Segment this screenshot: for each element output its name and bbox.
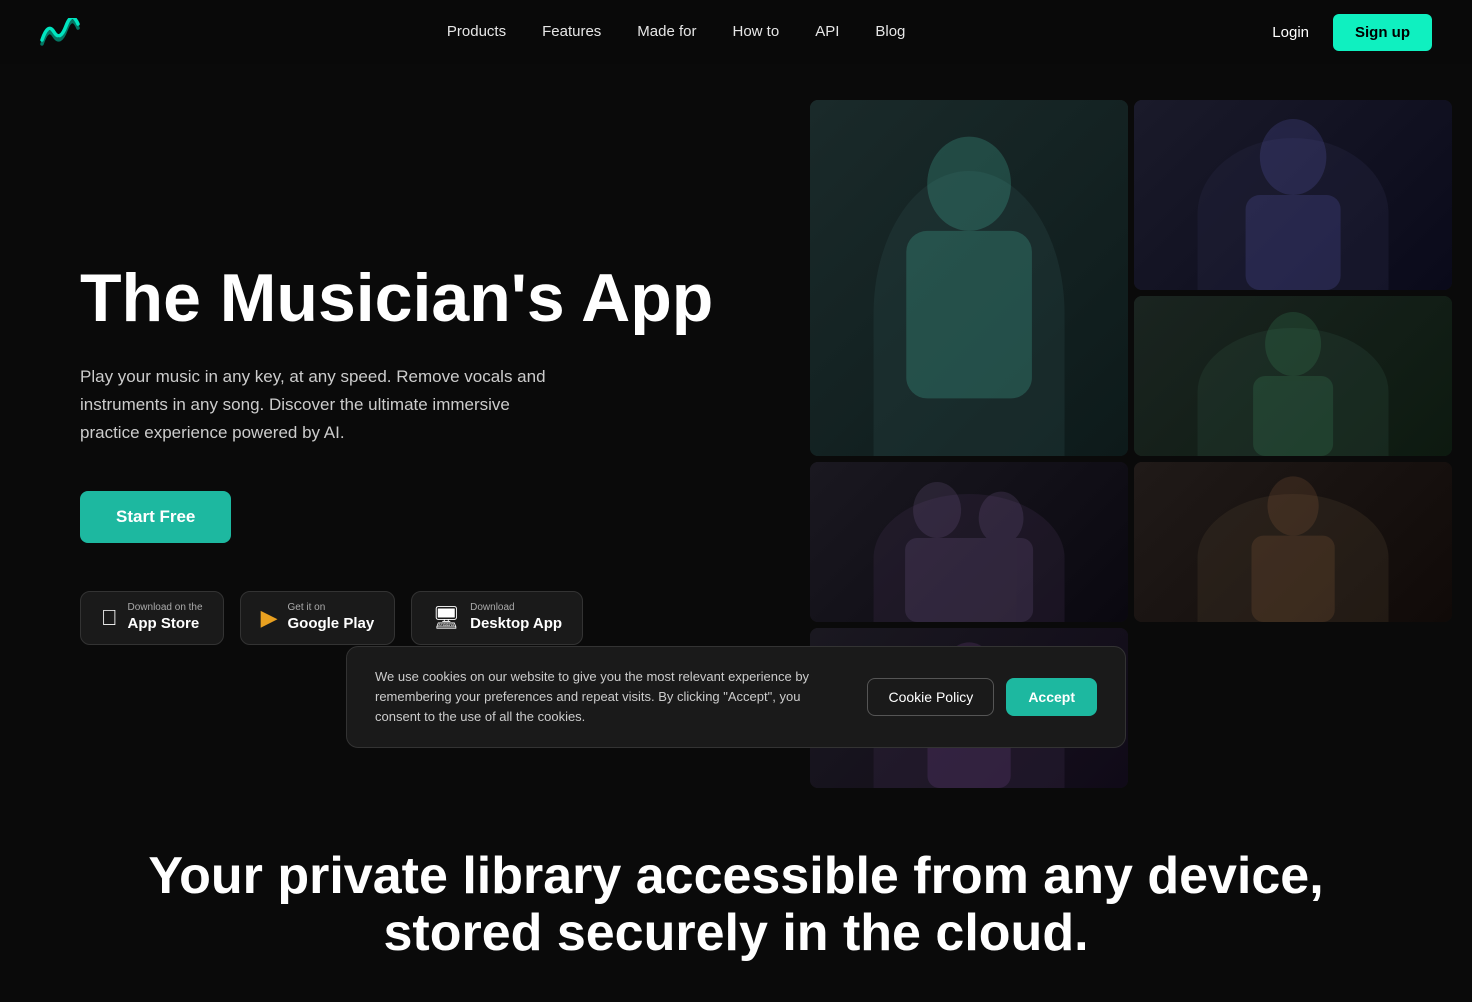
appstore-big-text: App Store [128, 614, 203, 634]
musician-image-2 [1134, 100, 1452, 290]
nav-links: Products Features Made for How to API Bl… [447, 23, 906, 41]
login-button[interactable]: Login [1272, 24, 1309, 41]
hero-title: The Musician's App [80, 263, 810, 334]
cookie-accept-button[interactable]: Accept [1006, 678, 1097, 716]
appstore-button[interactable]:  Download on the App Store [80, 591, 224, 645]
musician-image-5 [1134, 462, 1452, 622]
start-free-button[interactable]: Start Free [80, 491, 231, 543]
desktop-icon: 🖥 [432, 605, 460, 631]
hero-description: Play your music in any key, at any speed… [80, 363, 560, 447]
cookie-buttons: Cookie Policy Accept [867, 678, 1097, 716]
nav-blog[interactable]: Blog [875, 23, 905, 40]
image-cell-3 [1134, 296, 1452, 456]
logo[interactable] [40, 18, 80, 46]
image-cell-1 [810, 100, 1128, 456]
bottom-title: Your private library accessible from any… [80, 848, 1392, 962]
googleplay-button[interactable]: ▶ Get it on Google Play [240, 591, 396, 645]
musician-image-3 [1134, 296, 1452, 456]
appstore-small-text: Download on the [128, 602, 203, 614]
desktop-small-text: Download [470, 602, 562, 614]
nav-api[interactable]: API [815, 23, 839, 40]
musician-image-1 [810, 100, 1128, 456]
nav-features[interactable]: Features [542, 23, 601, 40]
nav-how-to[interactable]: How to [733, 23, 780, 40]
download-buttons:  Download on the App Store ▶ Get it on … [80, 591, 810, 645]
googleplay-small-text: Get it on [287, 602, 374, 614]
cookie-text: We use cookies on our website to give yo… [375, 667, 847, 727]
nav-actions: Login Sign up [1272, 14, 1432, 51]
cookie-policy-button[interactable]: Cookie Policy [867, 678, 994, 716]
navbar: Products Features Made for How to API Bl… [0, 0, 1472, 64]
image-cell-2 [1134, 100, 1452, 290]
nav-made-for[interactable]: Made for [637, 23, 696, 40]
googleplay-big-text: Google Play [287, 614, 374, 634]
play-icon: ▶ [261, 605, 278, 631]
cookie-banner: We use cookies on our website to give yo… [346, 646, 1126, 748]
image-cell-4 [810, 462, 1128, 622]
bottom-section: Your private library accessible from any… [0, 808, 1472, 1002]
desktop-big-text: Desktop App [470, 614, 562, 634]
image-cell-5 [1134, 462, 1452, 622]
musician-image-4 [810, 462, 1128, 622]
apple-icon:  [101, 605, 118, 631]
signup-button[interactable]: Sign up [1333, 14, 1432, 51]
nav-products[interactable]: Products [447, 23, 506, 40]
desktop-button[interactable]: 🖥 Download Desktop App [411, 591, 583, 645]
